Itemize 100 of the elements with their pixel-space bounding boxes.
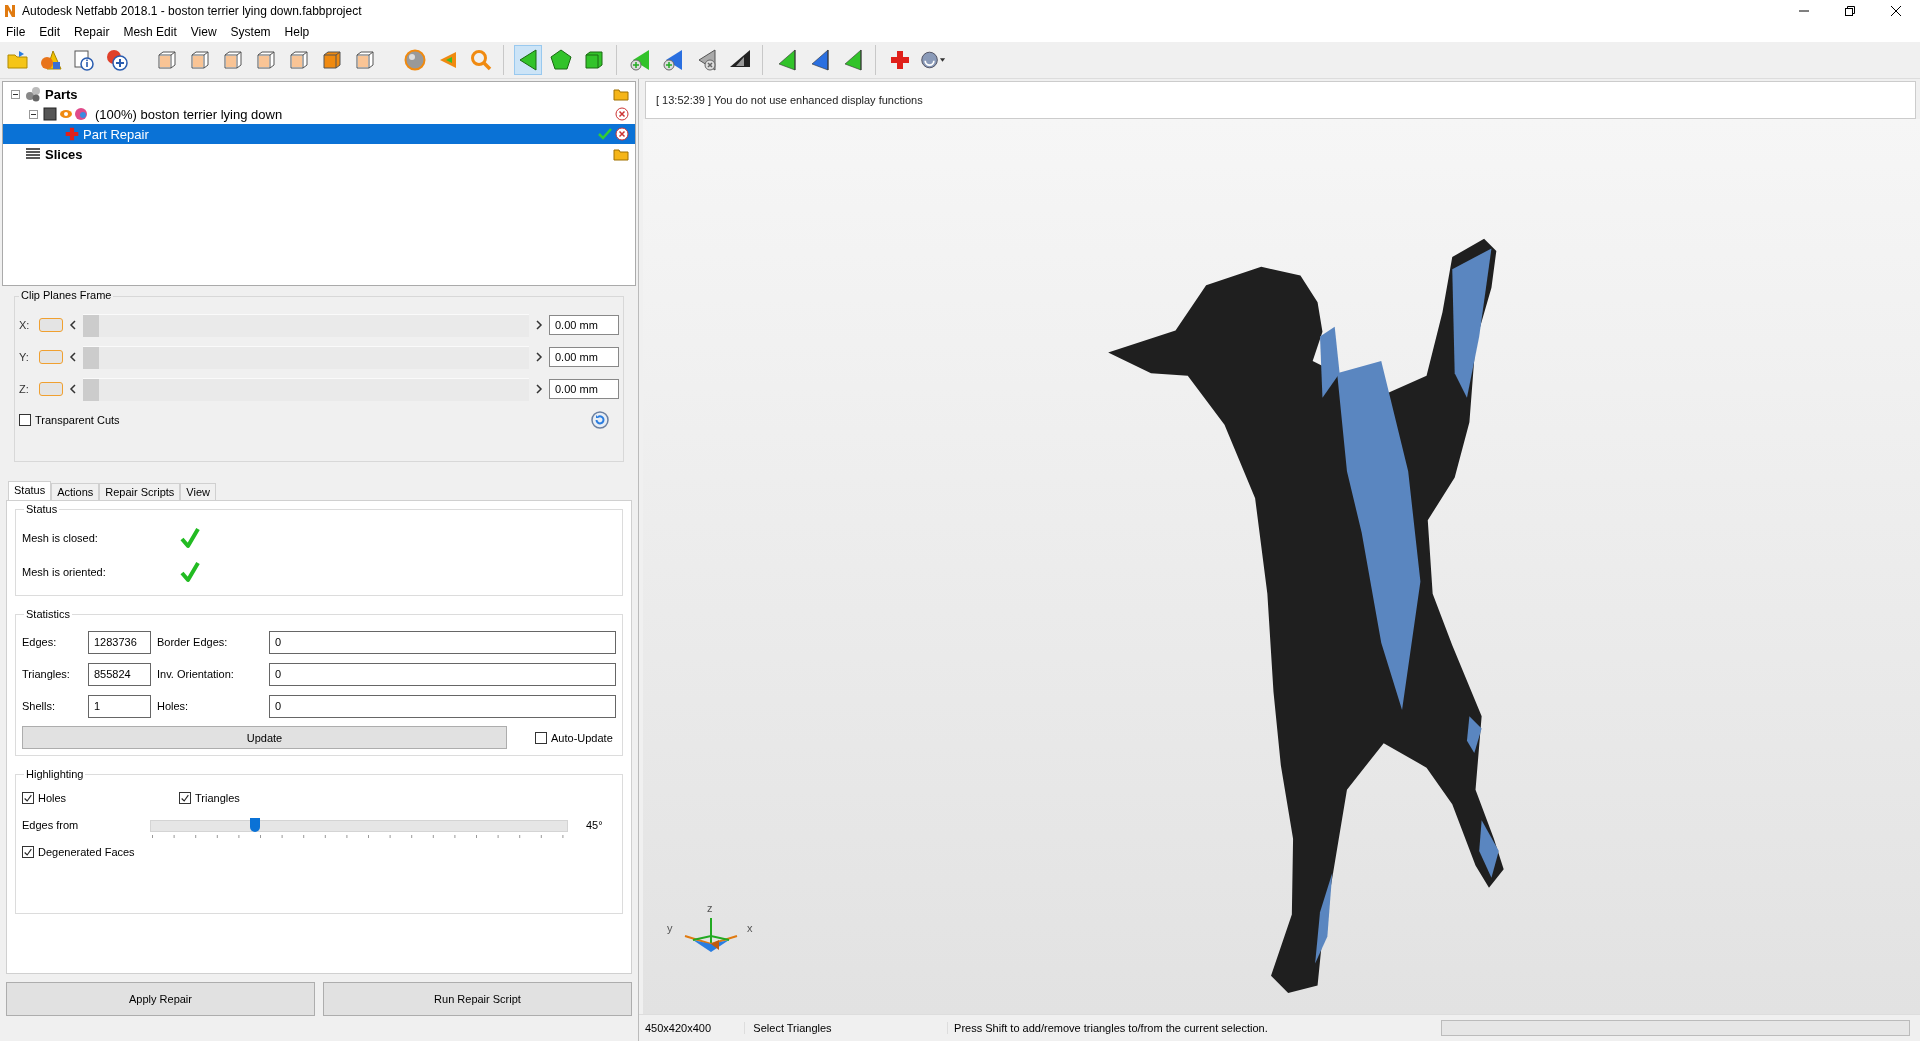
clip-slider[interactable] — [83, 377, 529, 401]
shapes-icon — [39, 49, 63, 71]
menu-item[interactable]: Edit — [39, 25, 61, 39]
status-text: 450x420x400 — [639, 1022, 746, 1034]
collapse-icon[interactable] — [11, 89, 21, 99]
viewport[interactable]: z y x — [643, 119, 1920, 1014]
triangle-plus-icon — [663, 49, 685, 71]
triangle-remove-icon — [696, 49, 718, 71]
tab[interactable]: Repair Scripts — [99, 483, 181, 500]
slider-thumb[interactable] — [83, 314, 99, 337]
repair-cross-icon — [890, 50, 910, 70]
axis-label: X: — [19, 319, 31, 331]
cube-icon — [584, 50, 604, 70]
checkbox[interactable] — [535, 731, 547, 744]
tree-item[interactable]: (100%) boston terrier lying down — [21, 104, 635, 124]
stat-label: Triangles: — [22, 668, 71, 680]
tree-label: Slices — [45, 146, 83, 162]
stat-field[interactable]: 1283736 — [88, 630, 151, 654]
checkbox-label: Transparent Cuts — [35, 414, 120, 426]
tree-label: Parts — [45, 86, 78, 102]
folder-icon[interactable] — [613, 87, 629, 101]
add-part-icon — [106, 49, 128, 71]
group-title: Status — [24, 503, 60, 515]
cube-icon — [157, 50, 177, 70]
slider-thumb[interactable] — [83, 378, 99, 401]
cube-icon — [256, 50, 276, 70]
clip-toggle[interactable] — [39, 318, 63, 332]
stat-label: Border Edges: — [156, 636, 229, 648]
repair-dropdown-icon — [920, 49, 946, 71]
menu-item[interactable]: View — [190, 25, 217, 39]
tree-item[interactable]: Slices — [3, 144, 635, 164]
stat-field[interactable]: 855824 — [88, 662, 151, 686]
stat-label: Shells: — [22, 700, 57, 712]
update-button[interactable]: Update — [22, 726, 507, 749]
stat-field[interactable]: 0 — [269, 694, 616, 718]
collapse-icon[interactable] — [29, 109, 39, 119]
action-button[interactable]: Run Repair Script — [323, 982, 632, 1016]
stat-label: Inv. Orientation: — [156, 668, 235, 680]
checkbox[interactable] — [22, 792, 34, 804]
cube-icon — [355, 50, 375, 70]
axis-label: y — [667, 922, 673, 934]
menu-item[interactable]: System — [230, 25, 271, 39]
cube-icon — [223, 50, 243, 70]
menu-item[interactable]: File — [6, 25, 26, 39]
stat-label: Edges: — [22, 636, 58, 648]
checkbox[interactable] — [179, 792, 191, 804]
slider-thumb[interactable] — [83, 346, 99, 369]
triangle-icon — [777, 49, 797, 71]
tree-item[interactable]: Part Repair — [3, 124, 635, 144]
value-field[interactable]: 0.00 mm — [549, 347, 619, 367]
menu-item[interactable]: Help — [284, 25, 310, 39]
triangle-icon — [810, 49, 830, 71]
cube-icon — [289, 50, 309, 70]
clip-slider[interactable] — [83, 345, 529, 369]
close-icon[interactable] — [1890, 5, 1902, 17]
stat-field[interactable]: 1 — [88, 694, 151, 718]
folder-icon[interactable] — [613, 147, 629, 161]
cube-icon — [322, 50, 342, 70]
checkbox-label: Triangles — [195, 792, 240, 804]
clip-toggle[interactable] — [39, 350, 63, 364]
checkmark-icon[interactable] — [598, 127, 612, 141]
document-info-icon — [73, 49, 95, 71]
clip-slider[interactable] — [83, 313, 529, 337]
status-label: Mesh is oriented: — [22, 566, 107, 578]
close-icon[interactable] — [615, 127, 629, 141]
checkbox-label: Auto-Update — [551, 731, 613, 744]
tree-label: Part Repair — [83, 126, 149, 142]
clip-toggle[interactable] — [39, 382, 63, 396]
slider-label: Edges from — [22, 819, 80, 831]
tab[interactable]: View — [180, 483, 216, 500]
triangle-icon — [843, 49, 863, 71]
status-label: Mesh is closed: — [22, 532, 99, 544]
restore-icon[interactable] — [1844, 5, 1856, 17]
menu-item[interactable]: Mesh Edit — [123, 25, 177, 39]
cube-icon — [190, 50, 210, 70]
menu-item[interactable]: Repair — [74, 25, 110, 39]
triangle-plus-icon — [630, 49, 652, 71]
slider-track[interactable] — [150, 819, 568, 832]
value-field[interactable]: 0.00 mm — [549, 379, 619, 399]
stat-field[interactable]: 0 — [269, 630, 616, 654]
app-logo-icon — [4, 4, 16, 18]
action-button[interactable]: Apply Repair — [6, 982, 315, 1016]
reset-icon[interactable] — [591, 411, 609, 429]
slider-thumb[interactable] — [250, 817, 260, 832]
checkbox[interactable] — [19, 414, 31, 426]
window-title: Autodesk Netfabb 2018.1 - boston terrier lying down.fabbproject — [22, 4, 362, 18]
tab[interactable]: Status — [8, 481, 52, 500]
slices-icon — [25, 147, 41, 161]
checkbox-label: Degenerated Faces — [38, 846, 135, 858]
triangle-icon — [518, 49, 538, 71]
triangle-icon — [438, 50, 458, 70]
sphere-icon — [404, 49, 426, 71]
zoom-icon — [470, 49, 492, 71]
status-text: Select Triangles — [745, 1022, 949, 1034]
checkbox[interactable] — [22, 846, 34, 858]
tab[interactable]: Actions — [51, 483, 100, 500]
tree-item[interactable]: Parts — [3, 84, 635, 104]
axis-label: z — [707, 902, 713, 914]
stat-field[interactable]: 0 — [269, 662, 616, 686]
value-field[interactable]: 0.00 mm — [549, 315, 619, 335]
